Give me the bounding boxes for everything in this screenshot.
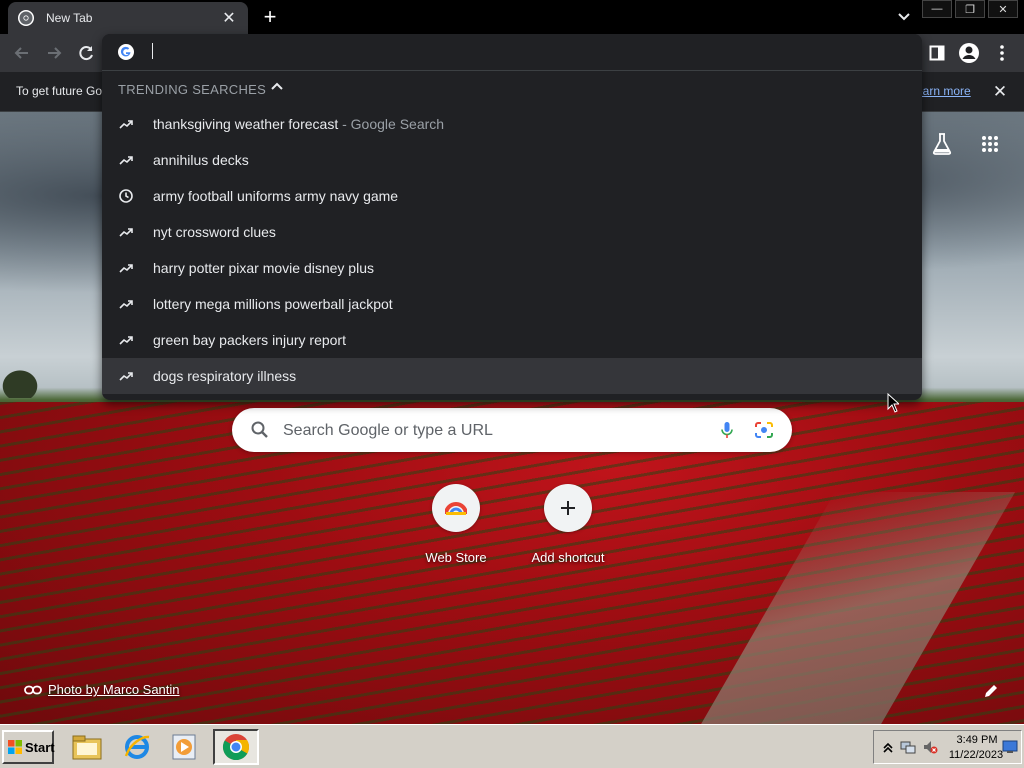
collapse-chevron-up-icon[interactable] [270,80,284,94]
suggestion-item[interactable]: green bay packers injury report [102,322,922,358]
show-hidden-icons-chevron-icon[interactable] [880,739,896,755]
search-placeholder: Search Google or type a URL [283,422,493,439]
trending-icon [118,368,134,384]
volume-muted-icon[interactable] [922,739,938,755]
voice-search-mic-icon[interactable] [717,420,737,440]
side-panel-icon[interactable] [926,42,948,64]
photo-credit-link[interactable]: Photo by Marco Santin [48,682,180,697]
tab-title: New Tab [46,11,93,25]
back-arrow-icon[interactable] [11,42,33,64]
google-apps-grid-icon[interactable] [978,132,1002,156]
system-tray: 3:49 PM 11/22/2023 [873,730,1022,764]
trending-icon [118,296,134,312]
mouse-pointer-icon [887,392,901,413]
google-lens-camera-icon[interactable] [753,420,775,440]
link-icon [24,683,42,697]
minimize-button[interactable]: — [922,0,952,18]
suggestion-text: nyt crossword clues [153,224,276,240]
close-window-button[interactable]: ✕ [988,0,1018,18]
suggestion-text: army football uniforms army navy game [153,188,399,204]
trending-searches-header: TRENDING SEARCHES [118,82,267,97]
tab-new-tab[interactable]: New Tab ✕ [8,2,248,34]
add-shortcut-button[interactable]: Add shortcut [512,484,624,565]
profile-avatar-icon[interactable] [958,42,980,64]
trending-icon [118,152,134,168]
history-clock-icon [118,188,134,204]
learn-more-link[interactable]: earn more [916,84,971,98]
shortcut-web-store[interactable]: Web Store [400,484,512,565]
suggestion-item-selected[interactable]: dogs respiratory illness [102,358,922,394]
reload-icon[interactable] [75,42,97,64]
suggestion-item[interactable]: army football uniforms army navy game [102,178,922,214]
background-trees [0,368,40,398]
suggestion-item[interactable]: harry potter pixar movie disney plus [102,250,922,286]
suggestion-item[interactable]: nyt crossword clues [102,214,922,250]
search-icon [250,420,270,440]
suggestion-text: harry potter pixar movie disney plus [153,260,374,276]
show-desktop-icon[interactable] [1002,739,1018,755]
chrome-favicon-icon [18,10,34,26]
shortcut-label: Add shortcut [531,550,605,565]
photo-attribution[interactable]: Photo by Marco Santin [24,682,180,697]
text-cursor [152,43,153,59]
suggestion-text: annihilus decks [153,152,249,168]
infobar-close-icon[interactable]: ✕ [990,82,1010,102]
customize-pencil-icon[interactable] [982,682,1002,700]
media-player-icon[interactable] [162,729,208,765]
suggestion-text: thanksgiving weather forecast - Google S… [153,116,445,132]
file-explorer-icon[interactable] [64,729,110,765]
tab-search-chevron-icon[interactable] [894,8,914,26]
forward-arrow-icon[interactable] [43,42,65,64]
trending-icon [118,116,134,132]
shortcut-label: Web Store [425,550,487,565]
internet-explorer-icon[interactable] [114,729,160,765]
suggestion-item[interactable]: annihilus decks [102,142,922,178]
labs-flask-icon[interactable] [930,132,954,156]
windows-taskbar: Start 3:49 PM 11/22/2023 [0,724,1024,768]
suggestion-text: dogs respiratory illness [153,368,297,384]
windows-flag-icon [7,739,23,755]
start-label: Start [25,739,55,755]
trending-icon [118,332,134,348]
more-menu-icon[interactable] [991,42,1013,64]
tab-strip: New Tab ✕ + — ❐ ✕ [0,0,1024,34]
clock-date[interactable]: 11/22/2023 [946,749,1006,761]
trending-icon [118,260,134,276]
plus-icon [544,484,592,532]
new-tab-button[interactable]: + [258,6,282,28]
google-g-icon [118,44,134,60]
window-controls: — ❐ ✕ [919,0,1018,18]
suggestion-description: - Google Search [338,116,445,132]
omnibox-dropdown: TRENDING SEARCHES thanksgiving weather f… [102,34,922,400]
network-icon[interactable] [900,739,916,755]
suggestion-item[interactable]: thanksgiving weather forecast - Google S… [102,106,922,142]
address-bar-input[interactable] [102,34,922,70]
tab-close-icon[interactable]: ✕ [220,9,238,27]
clock-time[interactable]: 3:49 PM [954,734,1000,746]
suggestion-text: green bay packers injury report [153,332,346,348]
restore-button[interactable]: ❐ [955,0,985,18]
suggestion-text: lottery mega millions powerball jackpot [153,296,393,312]
trending-icon [118,224,134,240]
ntp-search-box[interactable]: Search Google or type a URL [232,408,792,452]
chrome-icon[interactable] [213,729,259,765]
suggestion-item[interactable]: lottery mega millions powerball jackpot [102,286,922,322]
omnibox-divider [102,70,922,71]
start-button[interactable]: Start [2,730,55,764]
web-store-icon [432,484,480,532]
infobar-message: To get future Go [16,84,103,98]
